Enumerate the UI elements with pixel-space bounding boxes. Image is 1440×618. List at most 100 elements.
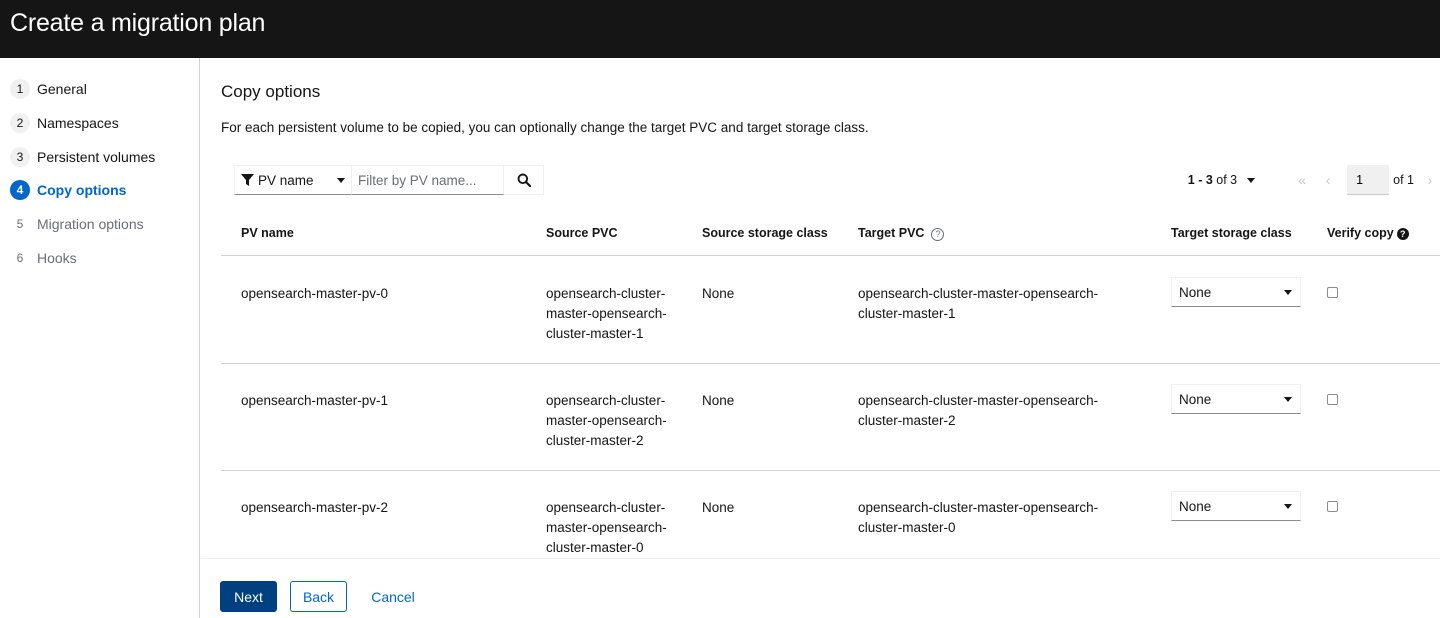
text-line: opensearch-cluster-master-opensearch- <box>858 286 1099 301</box>
pv-name-cell: opensearch-master-pv-0 <box>241 286 389 301</box>
first-page-button[interactable]: « <box>1289 165 1315 195</box>
col-header-label[interactable]: Verify copy <box>1327 226 1394 240</box>
table-row: opensearch-master-pv-1 opensearch-cluste… <box>221 364 1440 471</box>
cancel-button[interactable]: Cancel <box>363 581 423 612</box>
section-description: For each persistent volume to be copied,… <box>221 120 869 135</box>
source-storage-class-cell: None <box>702 286 735 301</box>
col-header-target-storage-class[interactable]: Target storage class <box>1171 226 1292 240</box>
text-line: opensearch-cluster- <box>546 286 666 301</box>
step-label: Copy options <box>37 182 127 198</box>
page-of-label: of 1 <box>1393 173 1414 187</box>
wizard-step-copy-options[interactable]: 4 Copy options <box>10 179 126 201</box>
text-line: master-opensearch- <box>546 306 667 321</box>
source-pvc-cell: opensearch-cluster-master-opensearch-clu… <box>546 284 667 344</box>
search-button[interactable] <box>504 165 544 195</box>
step-label: Migration options <box>37 216 144 232</box>
text-line: cluster-master-1 <box>858 306 956 321</box>
page-total: of 3 <box>1216 173 1238 187</box>
filter-input[interactable] <box>352 165 504 195</box>
select-value: None <box>1179 498 1212 514</box>
step-number: 2 <box>10 113 30 133</box>
back-button[interactable]: Back <box>290 581 347 612</box>
wizard-step-persistent-volumes[interactable]: 3 Persistent volumes <box>10 146 155 168</box>
target-storage-class-select[interactable]: None <box>1171 277 1301 307</box>
verify-copy-checkbox[interactable] <box>1327 394 1338 405</box>
col-header-source-storage-class[interactable]: Source storage class <box>702 226 828 240</box>
previous-page-button[interactable]: ‹ <box>1315 165 1341 195</box>
text-line: opensearch-cluster-master-opensearch- <box>858 393 1099 408</box>
source-pvc-cell: opensearch-cluster-master-opensearch-clu… <box>546 391 667 451</box>
text-line: opensearch-cluster-master-opensearch- <box>858 500 1099 515</box>
wizard-step-hooks[interactable]: 6 Hooks <box>10 247 77 269</box>
wizard-step-general[interactable]: 1 General <box>10 78 87 100</box>
text-line: master-opensearch- <box>546 520 667 535</box>
caret-down-icon <box>1284 289 1292 295</box>
target-pvc-cell[interactable]: opensearch-cluster-master-opensearch-clu… <box>858 284 1098 324</box>
source-storage-class-cell: None <box>702 500 735 515</box>
table-row: opensearch-master-pv-0 opensearch-cluste… <box>221 257 1440 364</box>
caret-down-icon <box>1284 503 1292 509</box>
step-number: 4 <box>10 180 30 200</box>
chevron-left-icon: ‹ <box>1325 172 1331 188</box>
step-number: 5 <box>16 217 24 231</box>
question-circle-filled-icon[interactable]: ? <box>1396 228 1409 240</box>
page-number-input[interactable] <box>1347 165 1390 195</box>
select-value: None <box>1179 284 1212 300</box>
caret-down-icon <box>1247 177 1256 183</box>
question-circle-icon[interactable]: ? <box>931 227 945 241</box>
step-number: 6 <box>16 251 24 265</box>
next-button[interactable]: Next <box>220 581 277 612</box>
text-line: cluster-master-1 <box>546 326 644 341</box>
text-line: cluster-master-2 <box>858 413 956 428</box>
wizard-footer: Next Back Cancel <box>201 558 1440 618</box>
step-number: 3 <box>10 147 30 167</box>
filter-icon <box>241 173 254 186</box>
wizard-step-migration-options[interactable]: 5 Migration options <box>10 213 144 235</box>
step-label: Persistent volumes <box>37 149 156 165</box>
table-header-row: PV name Source PVC Source storage class … <box>221 208 1440 256</box>
source-pvc-cell: opensearch-cluster-master-opensearch-clu… <box>546 498 667 558</box>
filter-toolbar: PV name <box>234 165 544 195</box>
pv-name-cell: opensearch-master-pv-2 <box>241 500 389 515</box>
pv-name-cell: opensearch-master-pv-1 <box>241 393 389 408</box>
text-line: cluster-master-0 <box>858 520 956 535</box>
wizard-nav: 1 General 2 Namespaces 3 Persistent volu… <box>0 58 200 618</box>
col-header-target-pvc: Target PVC? <box>858 226 945 241</box>
wizard-step-namespaces[interactable]: 2 Namespaces <box>10 112 119 134</box>
step-label: General <box>37 81 87 97</box>
text-line: master-opensearch- <box>546 413 667 428</box>
target-storage-class-select[interactable]: None <box>1171 491 1301 521</box>
next-page-button[interactable]: › <box>1420 165 1440 195</box>
target-storage-class-select[interactable]: None <box>1171 384 1301 414</box>
verify-copy-checkbox[interactable] <box>1327 501 1338 512</box>
chevron-right-icon: › <box>1427 172 1433 188</box>
col-header-verify-copy: Verify copy? <box>1327 226 1409 240</box>
step-number: 1 <box>10 79 30 99</box>
page-title: Create a migration plan <box>10 9 266 37</box>
filter-attribute-label: PV name <box>258 172 314 188</box>
page-range: 1 - 3 <box>1187 173 1213 187</box>
wizard-body: Copy options For each persistent volume … <box>201 58 1440 558</box>
target-pvc-cell[interactable]: opensearch-cluster-master-opensearch-clu… <box>858 498 1098 538</box>
section-title: Copy options <box>221 82 321 101</box>
col-header-source-pvc[interactable]: Source PVC <box>546 226 618 240</box>
step-label: Hooks <box>37 250 77 266</box>
pagination: 1 - 3 of 3 « ‹ of 1 › <box>1188 165 1440 195</box>
col-header-label[interactable]: Target PVC <box>858 226 924 240</box>
col-header-pv-name[interactable]: PV name <box>241 226 294 240</box>
text-line: cluster-master-2 <box>546 433 644 448</box>
text-line: opensearch-cluster- <box>546 393 666 408</box>
source-storage-class-cell: None <box>702 393 735 408</box>
filter-attribute-select[interactable]: PV name <box>234 165 352 195</box>
step-label: Namespaces <box>37 115 119 131</box>
verify-copy-checkbox[interactable] <box>1327 287 1338 298</box>
target-pvc-cell[interactable]: opensearch-cluster-master-opensearch-clu… <box>858 391 1098 431</box>
masthead: Create a migration plan <box>0 0 1440 58</box>
caret-down-icon <box>1284 396 1292 402</box>
text-line: opensearch-cluster- <box>546 500 666 515</box>
text-line: cluster-master-0 <box>546 540 644 555</box>
items-per-page-toggle[interactable]: 1 - 3 of 3 <box>1187 173 1256 187</box>
caret-down-icon <box>337 177 345 183</box>
search-icon <box>517 173 531 187</box>
select-value: None <box>1179 391 1212 407</box>
